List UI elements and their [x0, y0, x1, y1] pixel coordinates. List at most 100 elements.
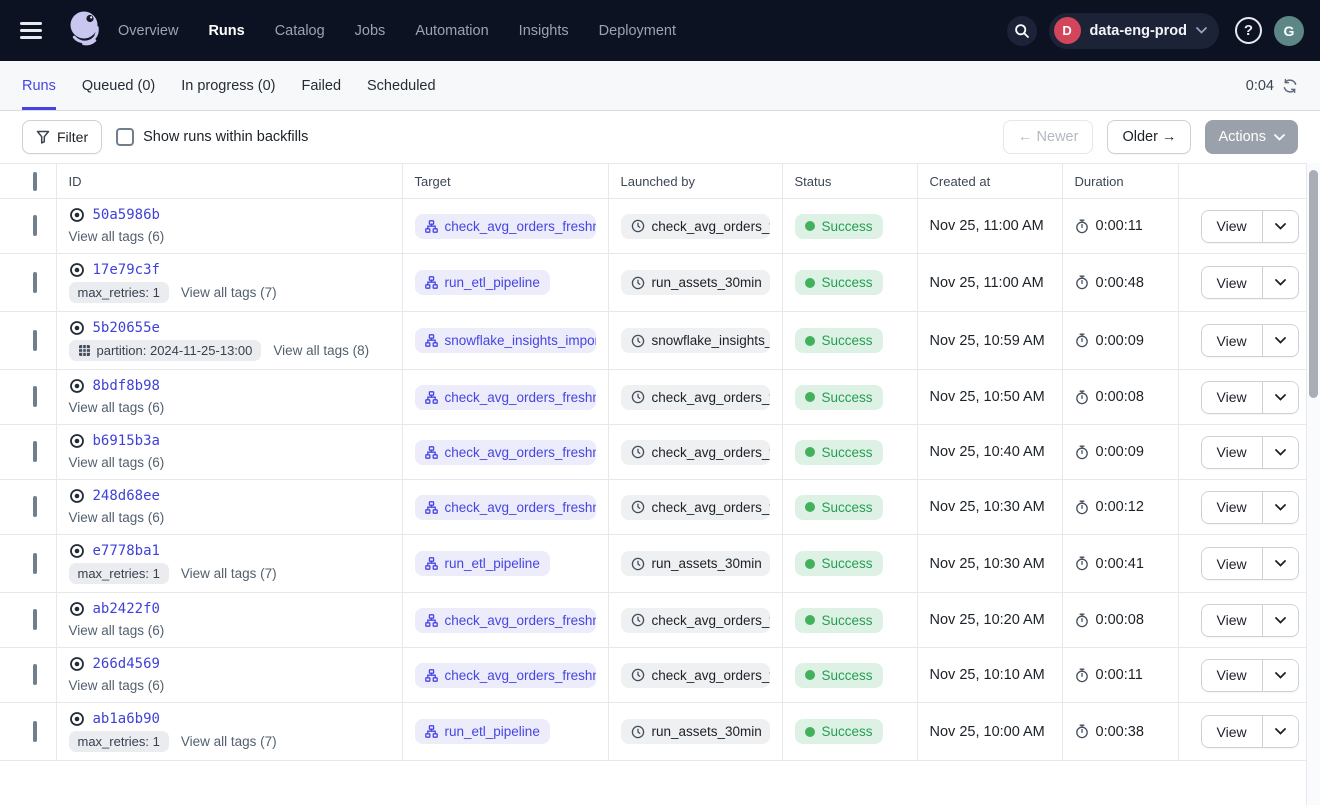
nav-item-deployment[interactable]: Deployment: [599, 23, 676, 39]
view-all-tags-link[interactable]: View all tags (6): [69, 623, 165, 638]
run-id-link[interactable]: 266d4569: [93, 656, 160, 672]
view-button[interactable]: View: [1202, 325, 1262, 356]
view-button[interactable]: View: [1202, 437, 1262, 468]
vertical-scrollbar[interactable]: [1306, 163, 1320, 805]
target-pill[interactable]: run_etl_pipeline: [415, 719, 550, 744]
row-checkbox[interactable]: [33, 609, 37, 630]
launched-by-pill[interactable]: check_avg_orders_f…: [621, 385, 770, 410]
target-pill[interactable]: check_avg_orders_freshne: [415, 663, 596, 688]
filter-button[interactable]: Filter: [22, 120, 102, 154]
view-all-tags-link[interactable]: View all tags (6): [69, 229, 165, 244]
run-id-link[interactable]: 8bdf8b98: [93, 378, 160, 394]
launched-by-pill[interactable]: run_assets_30min: [621, 551, 770, 576]
launched-by-pill[interactable]: snowflake_insights_…: [621, 328, 770, 353]
launched-by-pill[interactable]: check_avg_orders_f…: [621, 608, 770, 633]
launched-by-pill[interactable]: check_avg_orders_f…: [621, 440, 770, 465]
target-pill[interactable]: check_avg_orders_freshne: [415, 385, 596, 410]
target-pill[interactable]: check_avg_orders_freshne: [415, 440, 596, 465]
view-all-tags-link[interactable]: View all tags (6): [69, 678, 165, 693]
run-id-link[interactable]: e7778ba1: [93, 543, 160, 559]
run-id-link[interactable]: 17e79c3f: [93, 262, 160, 278]
target-pill[interactable]: check_avg_orders_freshne: [415, 214, 596, 239]
launched-by-pill[interactable]: run_assets_30min: [621, 270, 770, 295]
target-pill[interactable]: run_etl_pipeline: [415, 270, 550, 295]
view-all-tags-link[interactable]: View all tags (8): [273, 343, 369, 358]
run-tag[interactable]: partition: 2024-11-25-13:00: [69, 340, 262, 361]
view-dropdown-caret[interactable]: [1262, 267, 1298, 298]
refresh-icon[interactable]: [1282, 78, 1298, 94]
view-button[interactable]: View: [1202, 605, 1262, 636]
row-checkbox[interactable]: [33, 386, 37, 407]
search-icon[interactable]: [1007, 16, 1037, 46]
launched-by-pill[interactable]: check_avg_orders_f…: [621, 214, 770, 239]
nav-item-jobs[interactable]: Jobs: [355, 23, 386, 39]
row-checkbox[interactable]: [33, 553, 37, 574]
view-all-tags-link[interactable]: View all tags (6): [69, 510, 165, 525]
actions-button[interactable]: Actions: [1205, 120, 1298, 154]
run-id-link[interactable]: 50a5986b: [93, 207, 160, 223]
run-id-link[interactable]: 5b20655e: [93, 320, 160, 336]
run-tag[interactable]: max_retries: 1: [69, 563, 169, 584]
run-id-link[interactable]: ab1a6b90: [93, 711, 160, 727]
view-all-tags-link[interactable]: View all tags (6): [69, 455, 165, 470]
launched-by-pill[interactable]: check_avg_orders_f…: [621, 495, 770, 520]
view-button[interactable]: View: [1202, 211, 1262, 242]
tab-runs[interactable]: Runs: [22, 61, 56, 110]
target-pill[interactable]: check_avg_orders_freshne: [415, 608, 596, 633]
view-dropdown-caret[interactable]: [1262, 211, 1298, 242]
hamburger-menu-icon[interactable]: [20, 21, 46, 41]
target-pill[interactable]: run_etl_pipeline: [415, 551, 550, 576]
view-all-tags-link[interactable]: View all tags (7): [181, 566, 277, 581]
target-pill[interactable]: snowflake_insights_import: [415, 328, 596, 353]
run-id-link[interactable]: b6915b3a: [93, 433, 160, 449]
older-button[interactable]: Older →: [1107, 120, 1191, 154]
view-button[interactable]: View: [1202, 548, 1262, 579]
row-checkbox[interactable]: [33, 441, 37, 462]
view-button[interactable]: View: [1202, 382, 1262, 413]
nav-item-insights[interactable]: Insights: [519, 23, 569, 39]
run-tag[interactable]: max_retries: 1: [69, 731, 169, 752]
tab-in-progress-0[interactable]: In progress (0): [181, 61, 275, 110]
view-button[interactable]: View: [1202, 660, 1262, 691]
view-all-tags-link[interactable]: View all tags (7): [181, 285, 277, 300]
row-checkbox[interactable]: [33, 330, 37, 351]
select-all-checkbox[interactable]: [33, 172, 37, 191]
view-dropdown-caret[interactable]: [1262, 382, 1298, 413]
view-button[interactable]: View: [1202, 716, 1262, 747]
tab-scheduled[interactable]: Scheduled: [367, 61, 436, 110]
view-button[interactable]: View: [1202, 267, 1262, 298]
view-all-tags-link[interactable]: View all tags (6): [69, 400, 165, 415]
target-pill[interactable]: check_avg_orders_freshne: [415, 495, 596, 520]
nav-item-catalog[interactable]: Catalog: [275, 23, 325, 39]
backfills-toggle[interactable]: Show runs within backfills: [116, 128, 308, 146]
row-checkbox[interactable]: [33, 496, 37, 517]
nav-item-runs[interactable]: Runs: [208, 23, 244, 39]
view-dropdown-caret[interactable]: [1262, 548, 1298, 579]
view-dropdown-caret[interactable]: [1262, 437, 1298, 468]
launched-by-pill[interactable]: check_avg_orders_f…: [621, 663, 770, 688]
view-dropdown-caret[interactable]: [1262, 325, 1298, 356]
help-icon[interactable]: ?: [1235, 17, 1262, 44]
workspace-switcher[interactable]: D data-eng-prod: [1049, 13, 1219, 49]
newer-button[interactable]: ← Newer: [1003, 120, 1093, 154]
user-avatar[interactable]: G: [1274, 16, 1304, 46]
scrollbar-thumb[interactable]: [1309, 170, 1318, 398]
tab-queued-0[interactable]: Queued (0): [82, 61, 155, 110]
view-all-tags-link[interactable]: View all tags (7): [181, 734, 277, 749]
row-checkbox[interactable]: [33, 721, 37, 742]
run-id-link[interactable]: 248d68ee: [93, 488, 160, 504]
row-checkbox[interactable]: [33, 272, 37, 293]
view-dropdown-caret[interactable]: [1262, 660, 1298, 691]
view-dropdown-caret[interactable]: [1262, 605, 1298, 636]
nav-item-overview[interactable]: Overview: [118, 23, 178, 39]
row-checkbox[interactable]: [33, 215, 37, 236]
launched-by-pill[interactable]: run_assets_30min: [621, 719, 770, 744]
view-dropdown-caret[interactable]: [1262, 716, 1298, 747]
run-tag[interactable]: max_retries: 1: [69, 282, 169, 303]
view-dropdown-caret[interactable]: [1262, 492, 1298, 523]
view-button[interactable]: View: [1202, 492, 1262, 523]
tab-failed[interactable]: Failed: [302, 61, 342, 110]
nav-item-automation[interactable]: Automation: [415, 23, 488, 39]
backfills-checkbox[interactable]: [116, 128, 134, 146]
run-id-link[interactable]: ab2422f0: [93, 601, 160, 617]
